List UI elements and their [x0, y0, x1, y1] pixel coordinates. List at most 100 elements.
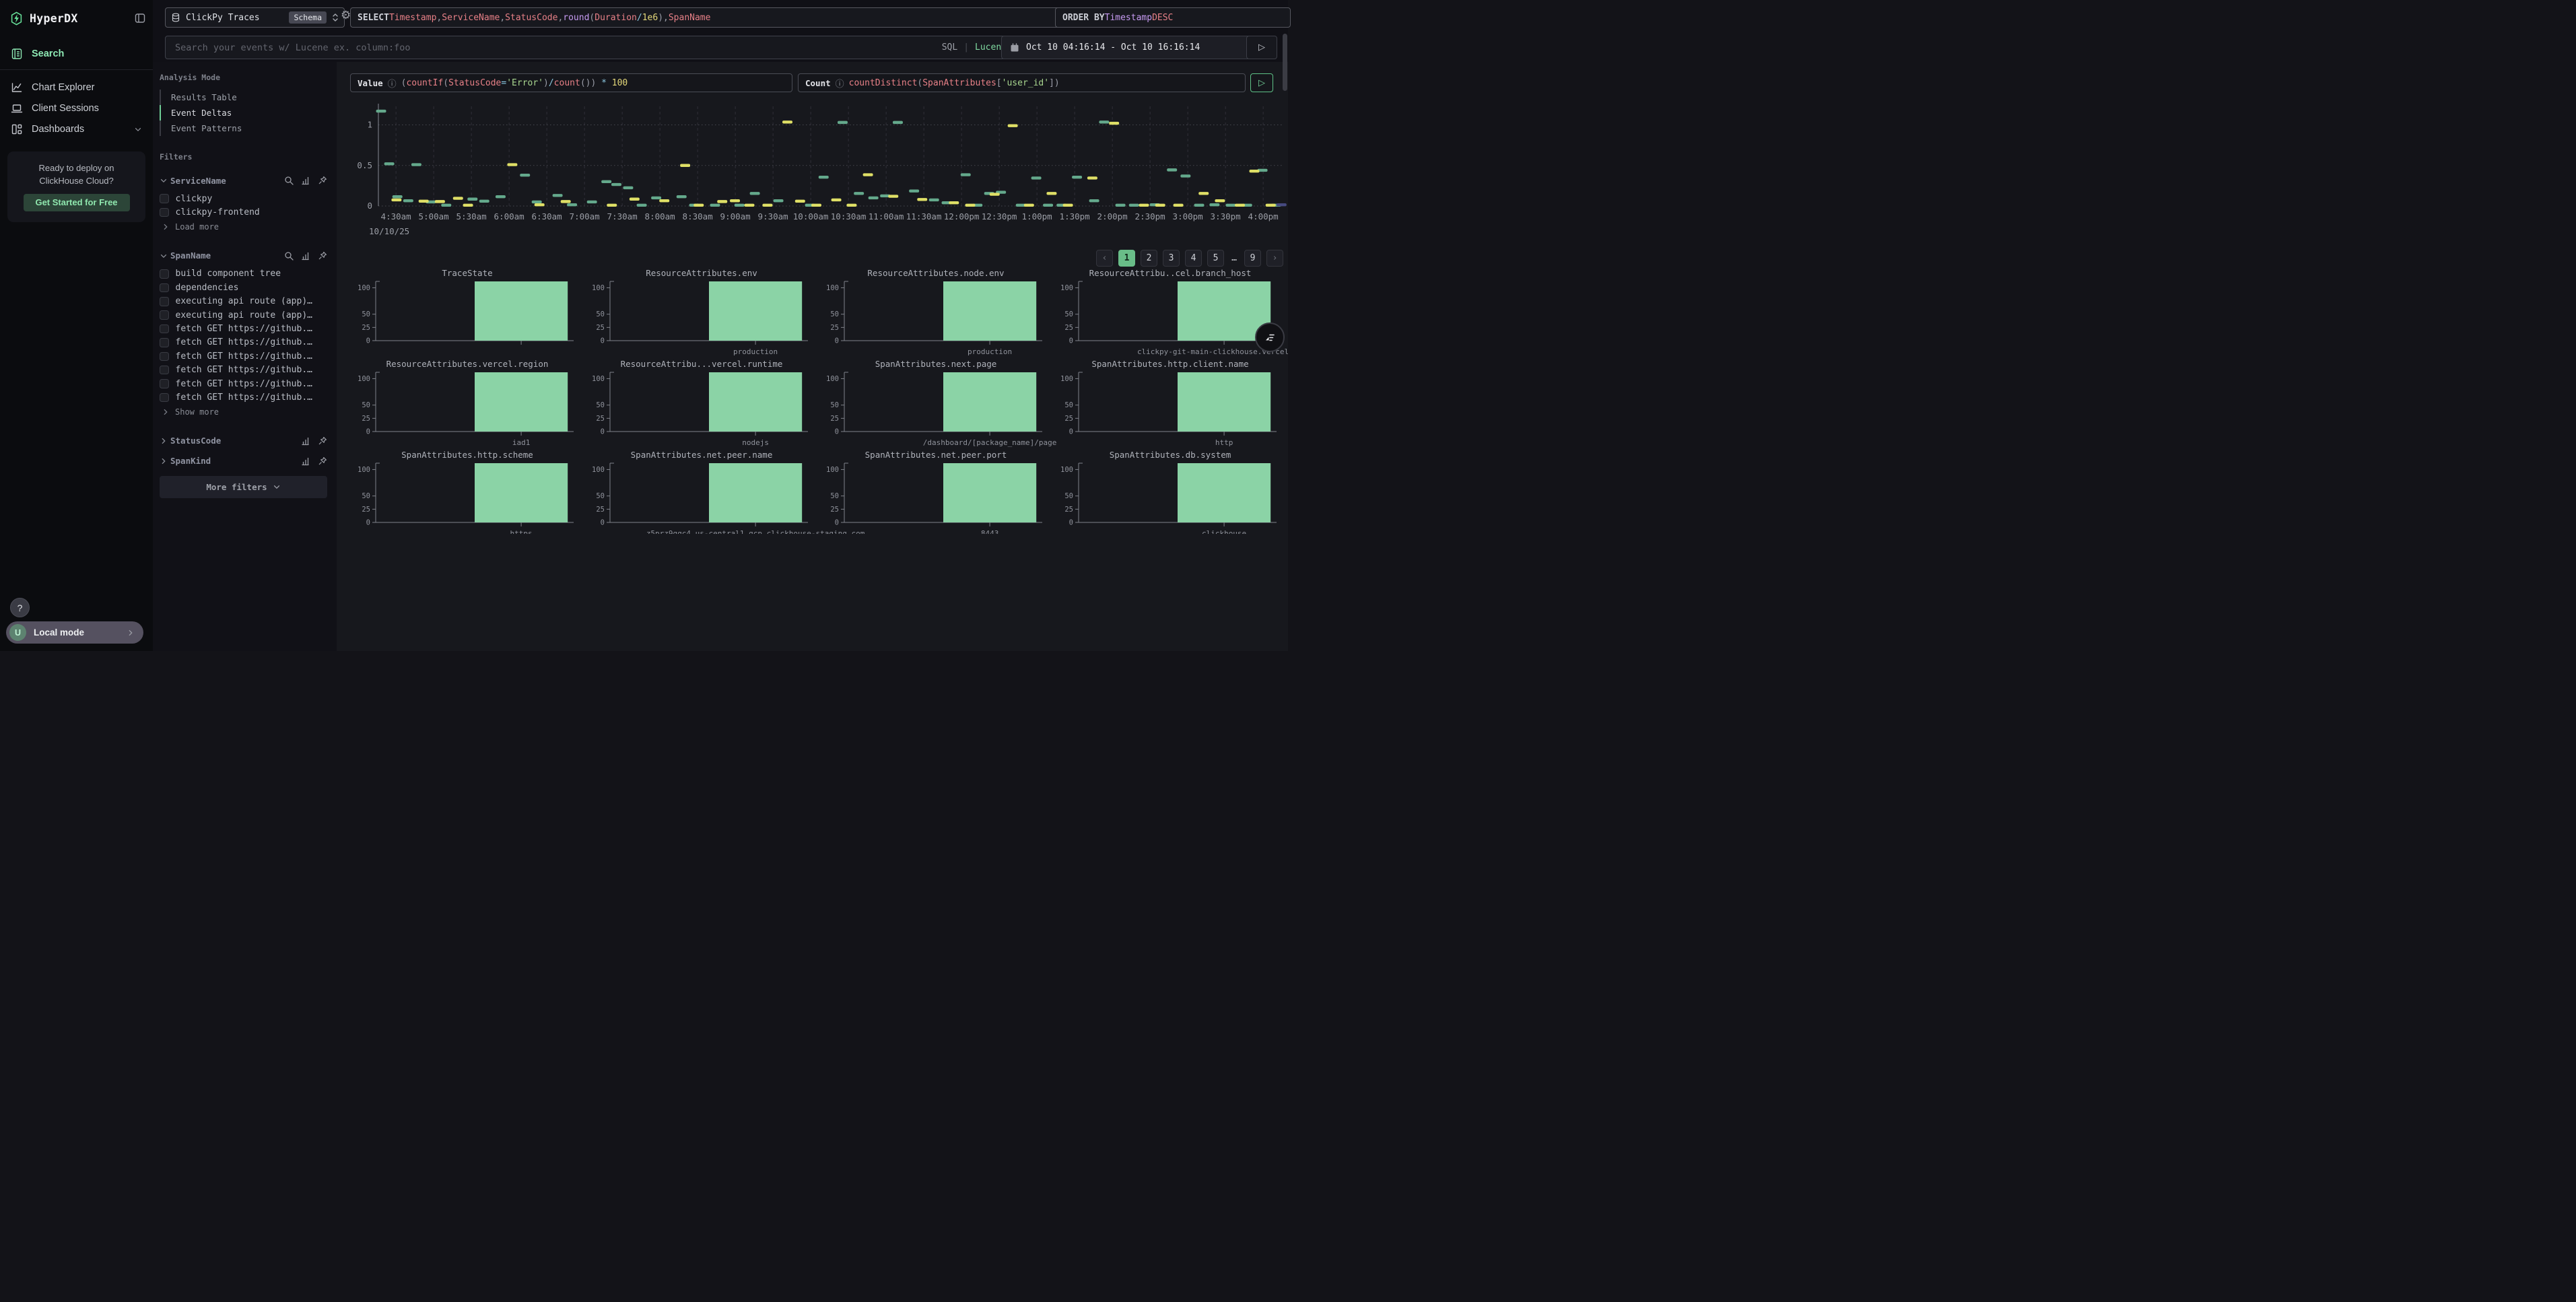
- svg-text:4:30am: 4:30am: [381, 211, 411, 221]
- pagination-page-1[interactable]: 1: [1118, 250, 1135, 267]
- svg-text:3:30pm: 3:30pm: [1211, 211, 1241, 221]
- sidebar-item-chart-explorer[interactable]: Chart Explorer: [0, 77, 153, 98]
- analysis-mode-event-deltas[interactable]: Event Deltas: [160, 105, 327, 121]
- chart-icon[interactable]: [301, 436, 310, 446]
- chevron-down-icon[interactable]: [160, 176, 170, 184]
- pagination-next-button[interactable]: ›: [1266, 250, 1283, 267]
- pin-icon[interactable]: [318, 251, 327, 261]
- sidebar-item-search[interactable]: Search: [0, 44, 153, 63]
- filter-checkbox-item[interactable]: fetch GET https://github.…: [160, 322, 327, 335]
- help-button[interactable]: ?: [10, 598, 30, 617]
- chart-icon[interactable]: [301, 456, 310, 466]
- gear-icon[interactable]: ⚙: [341, 9, 351, 22]
- checkbox[interactable]: [160, 269, 169, 279]
- bar-chart[interactable]: 02550100: [819, 460, 1053, 528]
- checkbox[interactable]: [160, 297, 169, 306]
- search-run-button[interactable]: ▷: [1246, 36, 1277, 59]
- svg-text:25: 25: [1064, 415, 1073, 423]
- delta-scatter-plot[interactable]: 4:30am5:00am5:30am6:00am6:30am7:00am7:30…: [355, 101, 1288, 244]
- bar-chart[interactable]: 02550100: [584, 460, 819, 528]
- filter-checkbox-item[interactable]: fetch GET https://github.…: [160, 377, 327, 390]
- pagination-page-3[interactable]: 3: [1163, 250, 1180, 267]
- checkbox[interactable]: [160, 393, 169, 403]
- pagination-page-9[interactable]: 9: [1244, 250, 1261, 267]
- sidebar-collapse-icon[interactable]: [134, 12, 146, 24]
- checkbox[interactable]: [160, 352, 169, 362]
- filter-checkbox-item[interactable]: fetch GET https://github.…: [160, 364, 327, 377]
- checkbox[interactable]: [160, 366, 169, 375]
- bar-chart[interactable]: 02550100: [584, 370, 819, 437]
- pagination-prev-button[interactable]: ‹: [1096, 250, 1113, 267]
- filter-checkbox-item[interactable]: fetch GET https://github.…: [160, 390, 327, 404]
- load-more-link[interactable]: Load more: [160, 221, 327, 233]
- pin-icon[interactable]: [318, 456, 327, 466]
- checkbox[interactable]: [160, 338, 169, 347]
- svg-text:25: 25: [596, 415, 605, 423]
- pagination-page-5[interactable]: 5: [1207, 250, 1224, 267]
- filter-checkbox-item[interactable]: fetch GET https://github.…: [160, 336, 327, 349]
- analysis-mode-results-table[interactable]: Results Table: [160, 90, 327, 105]
- attribute-chart: SpanAttributes.net.peer.port025501008443: [819, 450, 1053, 534]
- svg-text:0: 0: [1069, 428, 1073, 436]
- chart-icon[interactable]: [301, 251, 310, 261]
- metrics-run-button[interactable]: ▷: [1250, 73, 1273, 92]
- sidebar-item-dashboards[interactable]: Dashboards: [0, 118, 153, 139]
- value-expression-input[interactable]: Value ⓘ (countIf(StatusCode='Error')/cou…: [350, 73, 792, 92]
- chevron-down-icon[interactable]: [160, 252, 170, 260]
- checkbox[interactable]: [160, 283, 169, 293]
- scrollbar-thumb[interactable]: [1283, 34, 1287, 91]
- chevron-right-icon[interactable]: [160, 437, 170, 445]
- search-input[interactable]: Search your events w/ Lucene ex. column:…: [165, 36, 1017, 59]
- filter-checkbox-item[interactable]: build component tree: [160, 267, 327, 281]
- filter-group-actions: [284, 176, 327, 185]
- pin-icon[interactable]: [318, 436, 327, 446]
- toggle-divider: |: [963, 42, 969, 53]
- checkbox[interactable]: [160, 324, 169, 334]
- checkbox[interactable]: [160, 208, 169, 217]
- more-filters-button[interactable]: More filters: [160, 476, 327, 498]
- pagination-page-4[interactable]: 4: [1185, 250, 1202, 267]
- filter-checkbox-item[interactable]: executing api route (app)…: [160, 308, 327, 322]
- select-clause-input[interactable]: SELECT Timestamp, ServiceName, StatusCod…: [350, 7, 1065, 28]
- user-menu[interactable]: U Local mode: [6, 621, 143, 644]
- pagination-page-2[interactable]: 2: [1141, 250, 1157, 267]
- count-expression-input[interactable]: Count ⓘ countDistinct(SpanAttributes['us…: [798, 73, 1246, 92]
- info-icon[interactable]: ⓘ: [388, 77, 397, 90]
- filter-group-SpanName[interactable]: SpanName: [160, 249, 327, 263]
- checkbox[interactable]: [160, 379, 169, 388]
- search-icon[interactable]: [284, 251, 294, 261]
- bar-chart[interactable]: 02550100: [350, 279, 584, 346]
- bar-chart[interactable]: 02550100: [350, 460, 584, 528]
- sidebar-item-client-sessions[interactable]: Client Sessions: [0, 98, 153, 118]
- chart-icon[interactable]: [301, 176, 310, 185]
- checkbox[interactable]: [160, 194, 169, 203]
- sql-toggle-option[interactable]: SQL: [942, 42, 957, 53]
- chevron-right-icon[interactable]: [160, 457, 170, 465]
- bar-chart[interactable]: 02550100: [1053, 279, 1287, 346]
- pin-icon[interactable]: [318, 176, 327, 185]
- bar-chart[interactable]: 02550100: [1053, 460, 1287, 528]
- filter-toggle-fab[interactable]: [1255, 322, 1285, 352]
- bar-chart[interactable]: 02550100: [350, 370, 584, 437]
- date-range-picker[interactable]: Oct 10 04:16:14 - Oct 10 16:16:14: [1001, 36, 1258, 59]
- filter-checkbox-item[interactable]: clickpy: [160, 192, 327, 205]
- search-icon[interactable]: [284, 176, 294, 185]
- source-selector[interactable]: ClickPy Traces Schema: [165, 7, 345, 28]
- filter-checkbox-item[interactable]: clickpy-frontend: [160, 205, 327, 219]
- bar-chart[interactable]: 02550100: [819, 370, 1053, 437]
- filter-checkbox-item[interactable]: fetch GET https://github.…: [160, 349, 327, 363]
- filter-group-ServiceName[interactable]: ServiceName: [160, 174, 327, 187]
- bar-chart[interactable]: 02550100: [819, 279, 1053, 346]
- analysis-mode-event-patterns[interactable]: Event Patterns: [160, 121, 327, 136]
- filter-group-StatusCode[interactable]: StatusCode: [160, 434, 327, 448]
- checkbox[interactable]: [160, 310, 169, 320]
- filter-group-SpanKind[interactable]: SpanKind: [160, 454, 327, 468]
- orderby-clause-input[interactable]: ORDER BY Timestamp DESC: [1055, 7, 1291, 28]
- bar-chart[interactable]: 02550100: [1053, 370, 1287, 437]
- get-started-button[interactable]: Get Started for Free: [24, 194, 130, 211]
- filter-checkbox-item[interactable]: executing api route (app)…: [160, 295, 327, 308]
- filter-checkbox-item[interactable]: dependencies: [160, 281, 327, 294]
- bar-chart[interactable]: 02550100: [584, 279, 819, 346]
- info-icon[interactable]: ⓘ: [836, 77, 844, 90]
- show-more-link[interactable]: Show more: [160, 406, 327, 418]
